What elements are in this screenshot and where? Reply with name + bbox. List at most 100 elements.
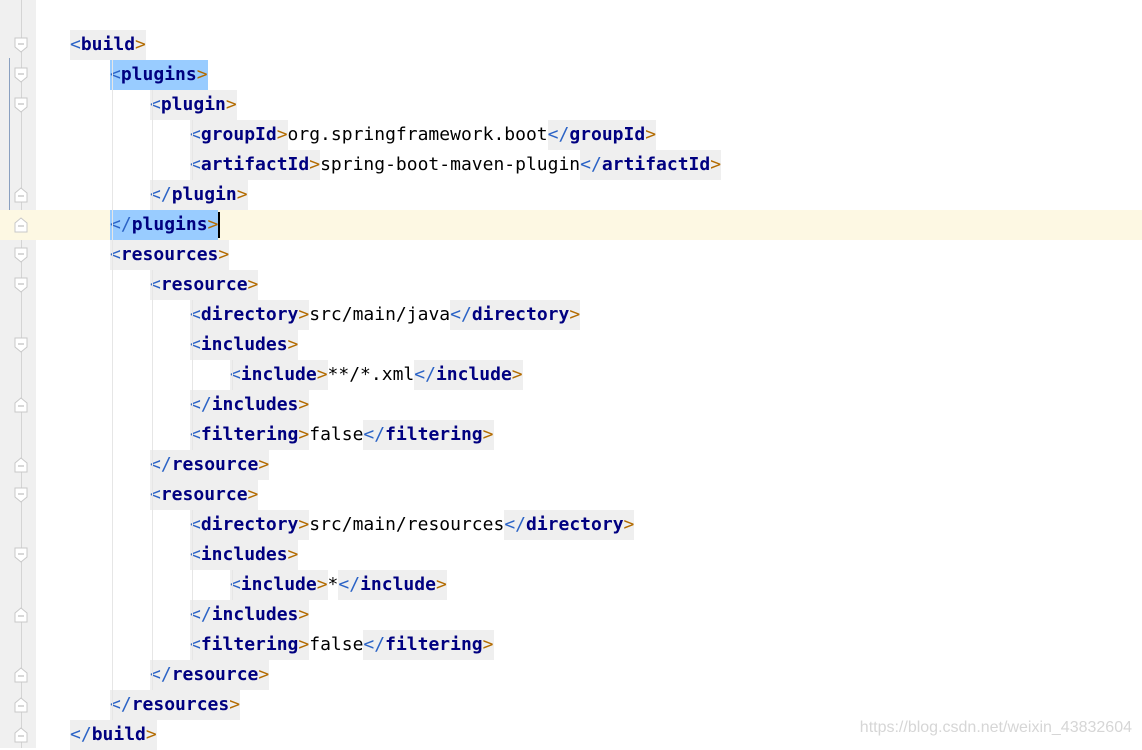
tag-close-bracket: > <box>196 64 208 85</box>
fold-open-icon[interactable] <box>14 97 28 113</box>
indent-guide <box>152 90 153 210</box>
code-line[interactable]: <filtering> false </filtering> <box>0 420 1142 450</box>
tag-close-bracket: > <box>482 424 494 445</box>
fold-open-icon[interactable] <box>14 247 28 263</box>
tag-name: resources <box>120 244 219 265</box>
tag-name: plugins <box>131 214 208 235</box>
fold-close-icon[interactable] <box>14 697 28 713</box>
fold-open-icon[interactable] <box>14 547 28 563</box>
code-line[interactable]: </plugins> <box>0 210 1142 240</box>
code-line[interactable]: <includes> <box>0 540 1142 570</box>
tag-name: filtering <box>200 634 299 655</box>
fold-close-icon[interactable] <box>14 457 28 473</box>
tag-open-bracket: </ <box>110 694 132 715</box>
tag-close-bracket: > <box>287 544 299 565</box>
code-content: <include> **/*.xml </include> <box>230 360 523 390</box>
tag-close-bracket: > <box>316 574 328 595</box>
indent-guide <box>192 510 193 660</box>
element-text: src/main/java <box>309 304 451 325</box>
tag-close-bracket: > <box>247 484 259 505</box>
element-text: false <box>309 634 364 655</box>
tag-close-bracket: > <box>258 454 270 475</box>
fold-close-icon[interactable] <box>14 727 28 743</box>
tag-name: build <box>91 724 146 745</box>
fold-open-icon[interactable] <box>14 37 28 53</box>
code-line[interactable]: </resource> <box>0 450 1142 480</box>
code-content: </plugin> <box>150 180 248 210</box>
code-line[interactable]: <plugins> <box>0 60 1142 90</box>
code-line[interactable]: <artifactId> spring-boot-maven-plugin </ar… <box>0 150 1142 180</box>
tag-open-bracket: </ <box>414 364 436 385</box>
code-line[interactable]: <resource> <box>0 270 1142 300</box>
fold-open-icon[interactable] <box>14 337 28 353</box>
closing-tag: </includes> <box>190 600 310 630</box>
code-line[interactable]: <include> * </include> <box>0 570 1142 600</box>
fold-open-icon[interactable] <box>14 487 28 503</box>
fold-close-icon[interactable] <box>14 397 28 413</box>
opening-tag: <directory> <box>190 510 310 540</box>
code-content: </resources> <box>110 690 241 720</box>
closing-tag: </directory> <box>450 300 581 330</box>
opening-tag: <filtering> <box>190 630 310 660</box>
tag-name: build <box>80 34 136 55</box>
code-line[interactable]: <plugin> <box>0 90 1142 120</box>
tag-name: includes <box>211 604 299 625</box>
tag-open-bracket: </ <box>150 454 172 475</box>
closing-tag: </directory> <box>504 510 635 540</box>
opening-tag: <include> <box>230 360 328 390</box>
tag-close-bracket: > <box>623 514 635 535</box>
element-text: * <box>327 574 339 595</box>
closing-tag: </groupId> <box>547 120 657 150</box>
code-line[interactable]: </resource> <box>0 660 1142 690</box>
tag-close-bracket: > <box>145 724 157 745</box>
code-line[interactable]: <resources> <box>0 240 1142 270</box>
code-line[interactable]: <build> <box>0 30 1142 60</box>
fold-close-icon[interactable] <box>14 607 28 623</box>
tag-open-bracket: </ <box>110 214 132 235</box>
opening-tag: <filtering> <box>190 420 310 450</box>
closing-tag: </include> <box>414 360 523 390</box>
code-line[interactable]: <includes> <box>0 330 1142 360</box>
code-line[interactable]: </plugin> <box>0 180 1142 210</box>
fold-close-icon[interactable] <box>14 187 28 203</box>
code-line[interactable]: </resources> <box>0 690 1142 720</box>
code-line[interactable]: <directory> src/main/java </directory> <box>0 300 1142 330</box>
tag-close-bracket: > <box>287 334 299 355</box>
code-content: <filtering> false </filtering> <box>190 420 494 450</box>
element-text: false <box>309 424 364 445</box>
code-content: </includes> <box>190 600 310 630</box>
opening-tag: <resource> <box>150 270 259 300</box>
opening-tag: <include> <box>230 570 328 600</box>
text-cursor <box>218 212 221 238</box>
opening-tag: <groupId> <box>190 120 288 150</box>
element-text: spring-boot-maven-plugin <box>320 154 581 175</box>
closing-tag: </resources> <box>110 690 241 720</box>
closing-tag: </build> <box>70 720 157 750</box>
code-content: </includes> <box>190 390 310 420</box>
fold-open-icon[interactable] <box>14 277 28 293</box>
tag-open-bracket: < <box>70 34 81 55</box>
code-line[interactable]: <filtering> false </filtering> <box>0 630 1142 660</box>
tag-close-bracket: > <box>435 574 447 595</box>
tag-close-bracket: > <box>316 364 328 385</box>
code-content: <includes> <box>190 330 299 360</box>
tag-open-bracket: </ <box>363 424 386 445</box>
code-line[interactable]: </includes> <box>0 600 1142 630</box>
tag-name: include <box>435 364 512 385</box>
tag-open-bracket: </ <box>338 574 361 595</box>
fold-close-icon[interactable] <box>14 217 28 233</box>
code-line[interactable]: </includes> <box>0 390 1142 420</box>
fold-close-icon[interactable] <box>14 667 28 683</box>
tag-name: directory <box>200 304 299 325</box>
closing-tag: </resource> <box>150 450 270 480</box>
tag-name: filtering <box>200 424 299 445</box>
opening-tag: <resource> <box>150 480 259 510</box>
code-line[interactable]: <groupId> org.springframework.boot </group… <box>0 120 1142 150</box>
code-line[interactable]: <directory> src/main/resources </directory… <box>0 510 1142 540</box>
tag-close-bracket: > <box>298 424 310 445</box>
code-line[interactable]: <include> **/*.xml </include> <box>0 360 1142 390</box>
fold-open-icon[interactable] <box>14 67 28 83</box>
code-line[interactable]: <resource> <box>0 480 1142 510</box>
indent-guide <box>232 360 233 390</box>
tag-name: filtering <box>385 634 483 655</box>
